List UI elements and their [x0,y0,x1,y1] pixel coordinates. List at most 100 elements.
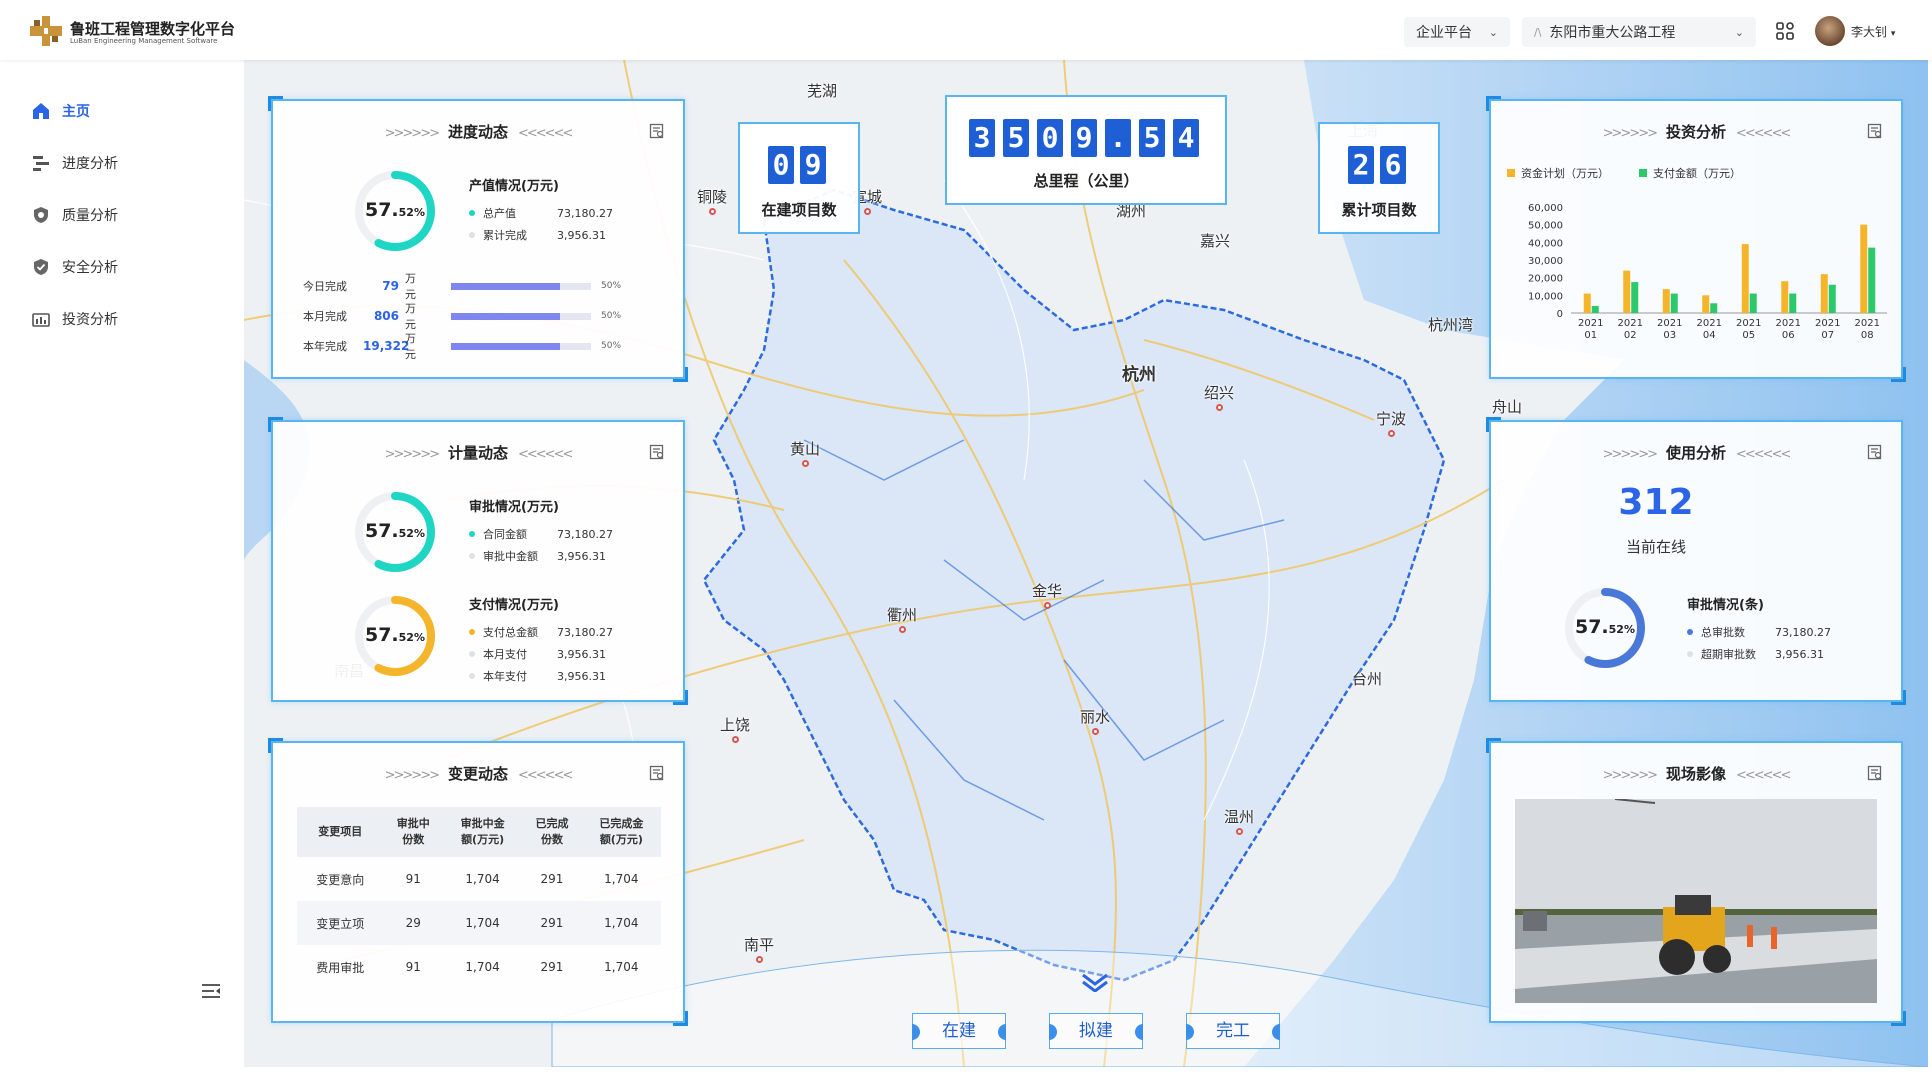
city-label: 台州 [1352,670,1383,688]
x-tick-label: 05 [1742,330,1755,341]
panel-title: >>>>>> 投资分析 <<<<<< [1602,123,1792,141]
collapse-menu-icon[interactable] [200,980,222,1002]
investment-panel: >>>>>> 投资分析 <<<<<< 资金计划（万元） 支付金额（万元） 0 10,000… [1486,96,1906,382]
sidebar: 主页 进度分析 质量分析 安全分析 投资分析 [0,60,244,1073]
bar-payment [1868,247,1876,313]
city-label: 铜陵 [697,186,727,215]
user-avatar[interactable] [1815,16,1845,46]
y-tick-label: 10,000 [1528,291,1563,302]
counter-digit: 9 [800,146,826,184]
apps-grid-icon[interactable] [1776,22,1794,40]
legend-swatch [1507,169,1515,177]
table-row[interactable]: 费用审批 91 1,704 291 1,704 [297,945,661,989]
column-header: 审批中金 额(万元) [442,807,523,857]
sidebar-item-label: 主页 [62,104,90,120]
y-tick-label: 20,000 [1528,274,1563,285]
city-label: 杭州湾 [1428,316,1474,334]
x-tick-label: 2021 [1657,318,1682,329]
x-tick-label: 2021 [1618,318,1643,329]
investment-bar-chart: 资金计划（万元） 支付金额（万元） 0 10,000 20,000 30,000 40,00… [1507,166,1887,341]
platform-select-value: 企业平台 [1416,25,1472,41]
status-in-progress-button[interactable]: 在建 [912,1013,1006,1049]
report-icon[interactable] [1867,444,1883,460]
mileage-counter: 3 5 0 9 . 5 4 总里程（公里） [945,95,1227,205]
bar-plan [1781,281,1789,313]
legend-label: 资金计划（万元） [1521,166,1609,180]
report-icon[interactable] [1867,123,1883,139]
city-label: 南平 [744,934,774,963]
counter-digit: 5 [1139,119,1165,157]
legend-item: 总审批数 73,180.27 [1687,624,1887,640]
project-select[interactable]: /\ 东阳市重大公路工程 ⌄ [1522,17,1756,47]
progress-panel: >>>>>> 进度动态 <<<<<< 57.52% 产值情况(万元) 总产值 73,1… [268,96,688,382]
counter-digit: 9 [1071,119,1097,157]
city-label: 杭州 [1122,365,1156,385]
bar-payment [1789,293,1797,313]
x-tick-label: 06 [1782,330,1795,341]
status-planned-button[interactable]: 拟建 [1049,1013,1143,1049]
sidebar-item-investment[interactable]: 投资分析 [32,304,118,334]
sidebar-item-progress[interactable]: 进度分析 [32,148,118,178]
legend-swatch [1639,169,1647,177]
column-header: 变更项目 [297,807,384,857]
bar-payment [1591,305,1599,313]
y-tick-label: 60,000 [1528,203,1563,214]
user-menu[interactable]: 李大钊 ▾ [1851,23,1895,40]
sidebar-item-quality[interactable]: 质量分析 [32,200,118,230]
x-tick-label: 2021 [1776,318,1801,329]
status-completed-button[interactable]: 完工 [1186,1013,1280,1049]
y-tick-label: 0 [1557,309,1563,320]
section-title: 审批情况(条) [1687,598,1764,613]
table-header-row: 变更项目 审批中 份数 审批中金 额(万元) 已完成 份数 已完成金 额(万元) [297,807,661,857]
road-icon: /\ [1534,25,1542,39]
progress-icon [33,156,49,171]
table-row[interactable]: 变更意向 91 1,704 291 1,704 [297,857,661,901]
counter-digit: 2 [1348,146,1374,184]
site-photo[interactable] [1515,799,1877,1003]
in-progress-counter: 0 9 在建项目数 [738,122,860,234]
user-name: 李大钊 [1851,25,1888,39]
legend-dot-icon [469,673,475,679]
legend-dot-icon [469,651,475,657]
city-label: 舟山 [1492,398,1523,416]
quality-icon [34,207,48,223]
bar-plan [1702,295,1710,313]
column-header: 已完成 份数 [522,807,582,857]
report-icon[interactable] [649,444,665,460]
legend-dot-icon [469,531,475,537]
top-header: 鲁班工程管理数字化平台 LuBan Engineering Management… [0,0,1932,60]
sidebar-item-safety[interactable]: 安全分析 [32,252,118,282]
shield-check-icon [34,259,48,275]
total-projects-counter: 2 6 累计项目数 [1318,122,1440,234]
change-table: 变更项目 审批中 份数 审批中金 额(万元) 已完成 份数 已完成金 额(万元)… [297,807,661,989]
platform-select[interactable]: 企业平台 ⌄ [1404,17,1510,47]
sidebar-item-home[interactable]: 主页 [32,96,90,126]
ring-value: 57.52% [364,624,425,646]
legend-item: 本月支付 3,956.31 [469,646,669,662]
chevron-down-double-icon[interactable] [1080,972,1110,992]
column-header: 审批中 份数 [383,807,443,857]
bar-plan [1583,293,1591,313]
sidebar-item-label: 安全分析 [62,260,118,276]
panel-title: >>>>>> 计量动态 <<<<<< [384,444,574,462]
caret-down-icon: ▾ [1890,29,1896,39]
bar-plan [1860,224,1868,313]
app-title: 鲁班工程管理数字化平台 [70,20,236,38]
report-icon[interactable] [649,765,665,781]
city-label: 嘉兴 [1200,232,1231,250]
usage-panel: >>>>>> 使用分析 <<<<<< 312 当前在线 57.52% 审批情况(条)… [1486,417,1906,705]
city-label: 黄山 [790,438,820,467]
report-icon[interactable] [649,123,665,139]
chevron-down-icon: ⌄ [1734,25,1744,39]
measure-panel: >>>>>> 计量动态 <<<<<< 57.52% 审批情况(万元) 合同金额 73,… [268,417,688,705]
ring-value: 57.52% [1574,616,1635,638]
counter-digit: 6 [1380,146,1406,184]
x-tick-label: 08 [1861,330,1874,341]
legend-item: 总产值 73,180.27 [469,205,669,221]
report-icon[interactable] [1867,765,1883,781]
table-row[interactable]: 变更立项 29 1,704 291 1,704 [297,901,661,945]
sidebar-item-label: 质量分析 [62,208,118,224]
bar-plan [1741,244,1749,313]
legend-dot-icon [469,629,475,635]
online-count: 312 [1618,482,1694,523]
